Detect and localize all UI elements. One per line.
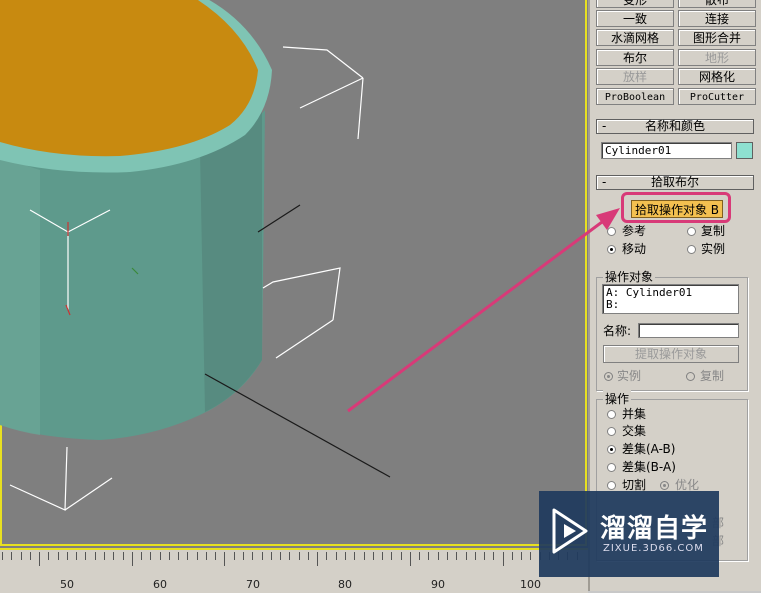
watermark-logo-icon	[552, 508, 588, 554]
watermark-title: 溜溜自学	[600, 514, 709, 544]
watermark-url: ZIXUE.3D66.COM	[603, 543, 704, 554]
